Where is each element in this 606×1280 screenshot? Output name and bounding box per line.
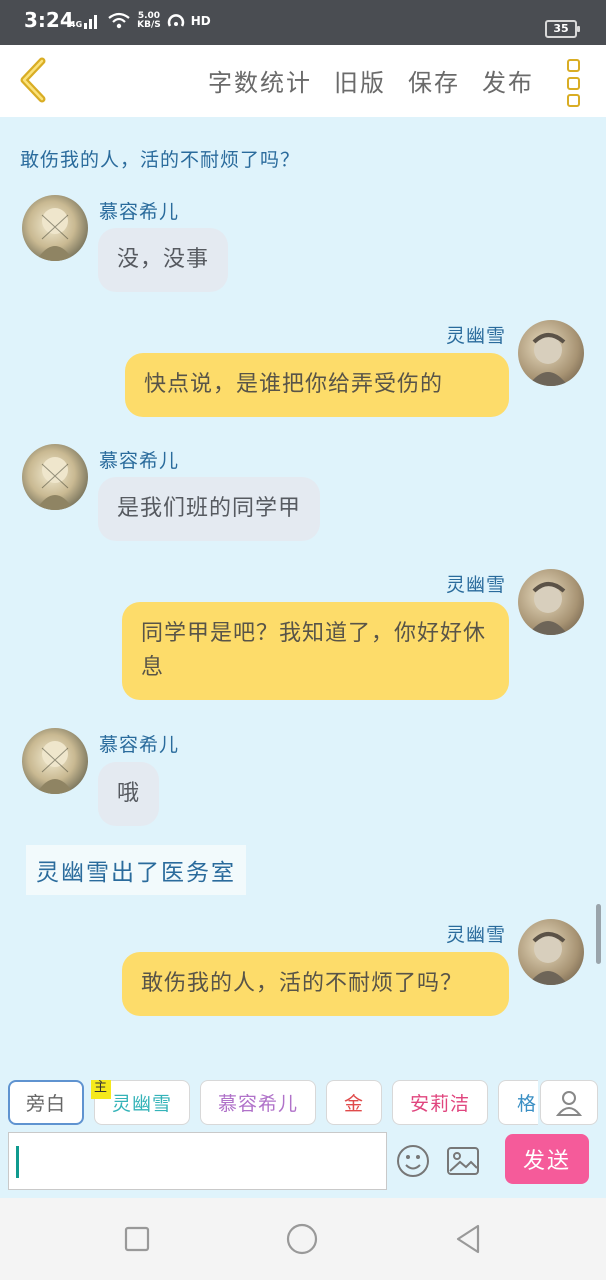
chevron-left-icon (20, 57, 46, 103)
message-bubble[interactable]: 敢伤我的人，活的不耐烦了吗？ (122, 952, 509, 1016)
narration-text: 敢伤我的人，活的不耐烦了吗？ (20, 149, 301, 171)
avatar[interactable] (518, 320, 584, 386)
sender-name: 慕容希儿 (99, 450, 180, 472)
role-chip-label: 金 (343, 1093, 364, 1115)
sender-name: 慕容希儿 (99, 201, 180, 223)
smiley-icon[interactable] (396, 1144, 430, 1178)
avatar-image (528, 582, 568, 635)
old-version-button[interactable]: 旧版 (334, 63, 386, 98)
role-chip-label: 安莉洁 (409, 1093, 470, 1115)
role-chip-label: 灵幽雪 (111, 1093, 172, 1115)
avatar[interactable] (22, 728, 88, 794)
chat-area[interactable]: 敢伤我的人，活的不耐烦了吗？ 慕容希儿 没，没事 灵幽雪 快点说，是谁把你给弄受… (0, 117, 606, 1058)
word-count-button[interactable]: 字数统计 (208, 63, 312, 98)
app-header: 字数统计 旧版 保存 发布 (0, 45, 606, 117)
status-icons: 4G 5.00 KB/S HD (70, 12, 211, 30)
avatar-image (36, 208, 74, 261)
avatar-image (528, 333, 568, 386)
message-bubble[interactable]: 快点说，是谁把你给弄受伤的 (125, 353, 509, 417)
sender-name: 灵幽雪 (446, 325, 507, 347)
message-bubble[interactable]: 同学甲是吧？我知道了，你好好休息 (122, 602, 509, 700)
text-cursor (16, 1146, 19, 1178)
message-bubble[interactable]: 哦 (98, 762, 160, 826)
sender-name: 慕容希儿 (99, 734, 180, 756)
signal-icon: 4G (70, 13, 101, 29)
person-icon (555, 1090, 583, 1116)
role-chip-anlijie[interactable]: 安莉洁 (392, 1080, 488, 1125)
message-bubble[interactable]: 没，没事 (98, 228, 229, 292)
circle-icon[interactable] (285, 1222, 319, 1256)
role-selector: 旁白 主 灵幽雪 慕容希儿 金 安莉洁 格 (8, 1080, 538, 1125)
send-button[interactable]: 发送 (505, 1134, 589, 1184)
sender-name: 灵幽雪 (446, 574, 507, 596)
image-icon[interactable] (446, 1146, 480, 1176)
back-button[interactable] (12, 57, 58, 103)
system-nav-bar (0, 1198, 606, 1280)
message-bubble[interactable]: 是我们班的同学甲 (98, 477, 321, 541)
wifi-icon (108, 12, 130, 29)
scrollbar[interactable] (596, 904, 601, 964)
input-panel: 旁白 主 灵幽雪 慕容希儿 金 安莉洁 格 发送 (0, 1058, 606, 1198)
sender-name: 灵幽雪 (446, 924, 507, 946)
avatar-image (36, 741, 74, 794)
role-chip-lingyouxue[interactable]: 主 灵幽雪 (91, 1080, 190, 1125)
role-chip-narration[interactable]: 旁白 (8, 1080, 84, 1125)
triangle-back-icon[interactable] (452, 1222, 486, 1256)
message-input[interactable] (8, 1132, 387, 1190)
main-role-badge: 主 (91, 1080, 111, 1099)
role-chip-jin[interactable]: 金 (326, 1080, 382, 1125)
avatar-image (528, 932, 568, 985)
publish-button[interactable]: 发布 (482, 63, 534, 98)
more-vertical-icon[interactable] (560, 59, 586, 107)
narration-block[interactable]: 灵幽雪出了医务室 (26, 845, 246, 895)
role-chip-label: 格 (517, 1093, 538, 1115)
role-chip-murongxier[interactable]: 慕容希儿 (200, 1080, 316, 1125)
save-button[interactable]: 保存 (408, 63, 460, 98)
avatar[interactable] (22, 444, 88, 510)
square-icon[interactable] (120, 1222, 154, 1256)
status-time: 3:24 (24, 8, 74, 32)
header-actions: 字数统计 旧版 保存 发布 (208, 63, 534, 98)
battery-indicator: 35 (545, 20, 580, 38)
role-chip-label: 慕容希儿 (217, 1093, 298, 1115)
speed-indicator: 5.00 KB/S (137, 11, 161, 30)
avatar[interactable] (22, 195, 88, 261)
avatar[interactable] (518, 919, 584, 985)
avatar-image (36, 457, 74, 510)
hotspot-icon (167, 14, 184, 27)
avatar[interactable] (518, 569, 584, 635)
status-bar: 3:24 4G 5.00 KB/S HD 35 (0, 0, 606, 45)
network-label: 4G (70, 20, 83, 29)
role-chip-label: 旁白 (25, 1093, 66, 1115)
role-chip-ge[interactable]: 格 (498, 1080, 538, 1125)
contact-button[interactable] (540, 1080, 598, 1125)
hd-indicator: HD (190, 14, 211, 28)
